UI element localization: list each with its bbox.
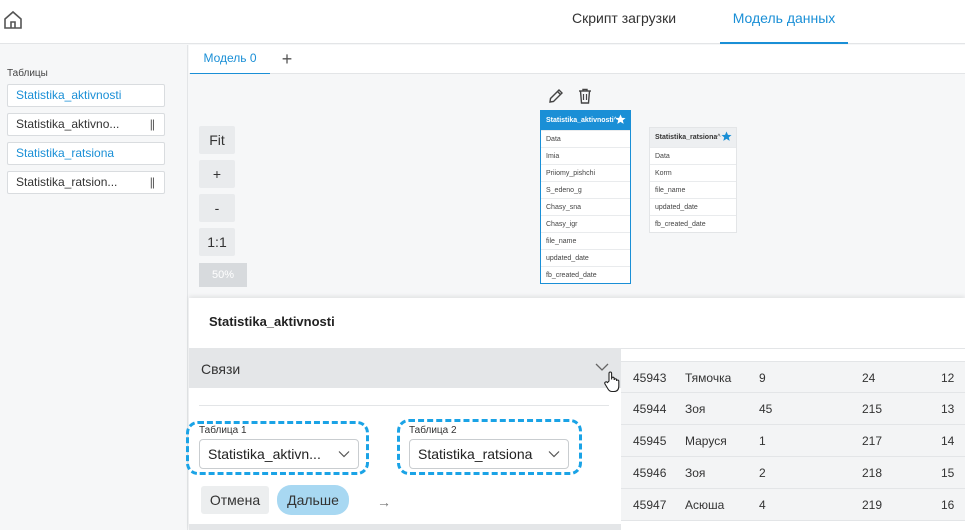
table1-select[interactable]: Statistika_aktivn... — [199, 439, 359, 469]
field-row[interactable]: file_name — [541, 232, 630, 249]
table-row[interactable]: 45947 Асюша 4 219 16 — [621, 489, 965, 521]
cancel-button[interactable]: Отмена — [201, 486, 269, 514]
table-cell: 218 — [862, 466, 883, 480]
table2-select[interactable]: Statistika_ratsiona — [409, 439, 569, 469]
table-cell: 14 — [941, 434, 955, 448]
zoom-out-button[interactable]: - — [199, 194, 235, 222]
table-cell: Зоя — [685, 402, 706, 416]
table-cell: Зоя — [685, 466, 706, 480]
model-tabs: Модель 0 + — [189, 45, 965, 75]
field-row[interactable]: fb_created_date — [541, 266, 630, 283]
field-row[interactable]: Imia — [541, 147, 630, 164]
field-row[interactable]: Chasy_sna — [541, 198, 630, 215]
table-cell: 13 — [941, 402, 955, 416]
zoom-fit-button[interactable]: Fit — [199, 126, 235, 154]
field-row[interactable]: updated_date — [541, 249, 630, 266]
table-cell: 219 — [862, 498, 883, 512]
drag-handle-icon[interactable]: || — [150, 172, 155, 193]
add-model-button[interactable]: + — [278, 49, 296, 69]
table-cell: Маруся — [685, 434, 727, 448]
links-title: Связи — [201, 361, 241, 377]
table-cell: 2 — [759, 466, 766, 480]
table-cell: 24 — [862, 371, 876, 385]
sidebar-item-label: Statistika_aktivno... — [16, 117, 120, 131]
zoom-reset-button[interactable]: 1:1 — [199, 228, 235, 256]
sidebar-title: Таблицы — [7, 68, 48, 79]
field-row[interactable]: Data — [541, 130, 630, 147]
table-cell: Асюша — [685, 498, 725, 512]
data-preview-table: 45943 Тямочка 9 24 12 45944 Зоя 45 215 1… — [621, 361, 965, 521]
tab-model-0[interactable]: Модель 0 — [190, 45, 270, 75]
chevron-down-icon — [338, 451, 350, 458]
field-row[interactable]: fb_created_date — [650, 215, 736, 232]
model-table-name: Statistika_ratsiona — [655, 134, 718, 141]
model-table-header[interactable]: Statistika_ratsiona^ — [650, 128, 736, 147]
field-row[interactable]: Chasy_igr — [541, 215, 630, 232]
model-table-name: Statistika_aktivnosti — [546, 117, 614, 124]
pencil-icon[interactable] — [547, 87, 565, 105]
table1-label: Таблица 1 — [199, 425, 247, 436]
table-cell: 45946 — [633, 466, 667, 480]
table-cell: 45943 — [633, 371, 667, 385]
zoom-in-button[interactable]: + — [199, 160, 235, 188]
table-cell: 9 — [759, 371, 766, 385]
field-row[interactable]: Priiomy_pishchi — [541, 164, 630, 181]
table-details-panel: Statistika_aktivnosti Связи Таблица 1 St… — [186, 298, 965, 530]
field-row[interactable]: Korm — [650, 164, 736, 181]
table-cell: 12 — [941, 371, 955, 385]
links-footer — [189, 524, 621, 530]
trash-icon[interactable] — [576, 87, 594, 105]
table-cell: 215 — [862, 402, 883, 416]
table-row[interactable]: 45946 Зоя 2 218 15 — [621, 457, 965, 489]
chevron-down-icon — [548, 451, 560, 458]
hand-cursor-icon — [604, 371, 620, 393]
tab-data-model[interactable]: Модель данных — [720, 0, 848, 44]
field-row[interactable]: Data — [650, 147, 736, 164]
divider — [621, 348, 965, 349]
table-cell: 45947 — [633, 498, 667, 512]
table-cell: 45944 — [633, 402, 667, 416]
table1-select-value: Statistika_aktivn... — [208, 446, 321, 462]
table-cell: Тямочка — [685, 371, 732, 385]
sidebar-item-statistika-ratsiona[interactable]: Statistika_ratsiona — [7, 142, 165, 165]
sidebar-item-statistika-aktivnosti-copy[interactable]: Statistika_aktivno... || — [7, 113, 165, 136]
table2-label: Таблица 2 — [409, 425, 457, 436]
arrow-right-icon: → — [377, 494, 391, 510]
field-row[interactable]: file_name — [650, 181, 736, 198]
next-button[interactable]: Дальше — [277, 485, 349, 515]
star-icon[interactable] — [615, 114, 626, 125]
tab-load-script[interactable]: Скрипт загрузки — [552, 0, 696, 44]
links-panel: Связи Таблица 1 Statistika_aktivn... → Т… — [186, 348, 621, 530]
sidebar-item-label: Statistika_ratsion... — [16, 175, 118, 189]
model-table-statistika-ratsiona[interactable]: Statistika_ratsiona^ Data Korm file_name… — [649, 127, 737, 233]
home-icon[interactable] — [3, 10, 23, 30]
table-cell: 1 — [759, 434, 766, 448]
model-canvas[interactable]: Fit + - 1:1 50% Statistika_aktivnosti^ D… — [189, 74, 965, 298]
table-cell: 4 — [759, 498, 766, 512]
links-header[interactable]: Связи — [189, 348, 621, 393]
table-cell: 45945 — [633, 434, 667, 448]
table-row[interactable]: 45945 Маруся 1 217 14 — [621, 425, 965, 457]
panel-title: Statistika_aktivnosti — [209, 314, 335, 329]
table-row[interactable]: 45943 Тямочка 9 24 12 — [621, 361, 965, 393]
tables-sidebar: Таблицы Statistika_aktivnosti Statistika… — [0, 45, 188, 530]
model-table-statistika-aktivnosti[interactable]: Statistika_aktivnosti^ Data Imia Priiomy… — [540, 110, 631, 284]
drag-handle-icon[interactable]: || — [150, 114, 155, 135]
table-cell: 16 — [941, 498, 955, 512]
table2-select-value: Statistika_ratsiona — [418, 446, 533, 462]
divider — [199, 405, 609, 406]
table-cell: 45 — [759, 402, 773, 416]
field-row[interactable]: S_edeno_g — [541, 181, 630, 198]
table-cell: 15 — [941, 466, 955, 480]
sidebar-item-statistika-ratsiona-copy[interactable]: Statistika_ratsion... || — [7, 171, 165, 194]
table-cell: 217 — [862, 434, 883, 448]
zoom-level: 50% — [199, 263, 247, 287]
field-row[interactable]: updated_date — [650, 198, 736, 215]
top-bar: Скрипт загрузки Модель данных — [0, 0, 965, 44]
star-icon[interactable] — [721, 131, 732, 142]
sidebar-item-statistika-aktivnosti[interactable]: Statistika_aktivnosti — [7, 84, 165, 107]
table-row[interactable]: 45944 Зоя 45 215 13 — [621, 393, 965, 425]
model-table-header[interactable]: Statistika_aktivnosti^ — [541, 111, 630, 130]
